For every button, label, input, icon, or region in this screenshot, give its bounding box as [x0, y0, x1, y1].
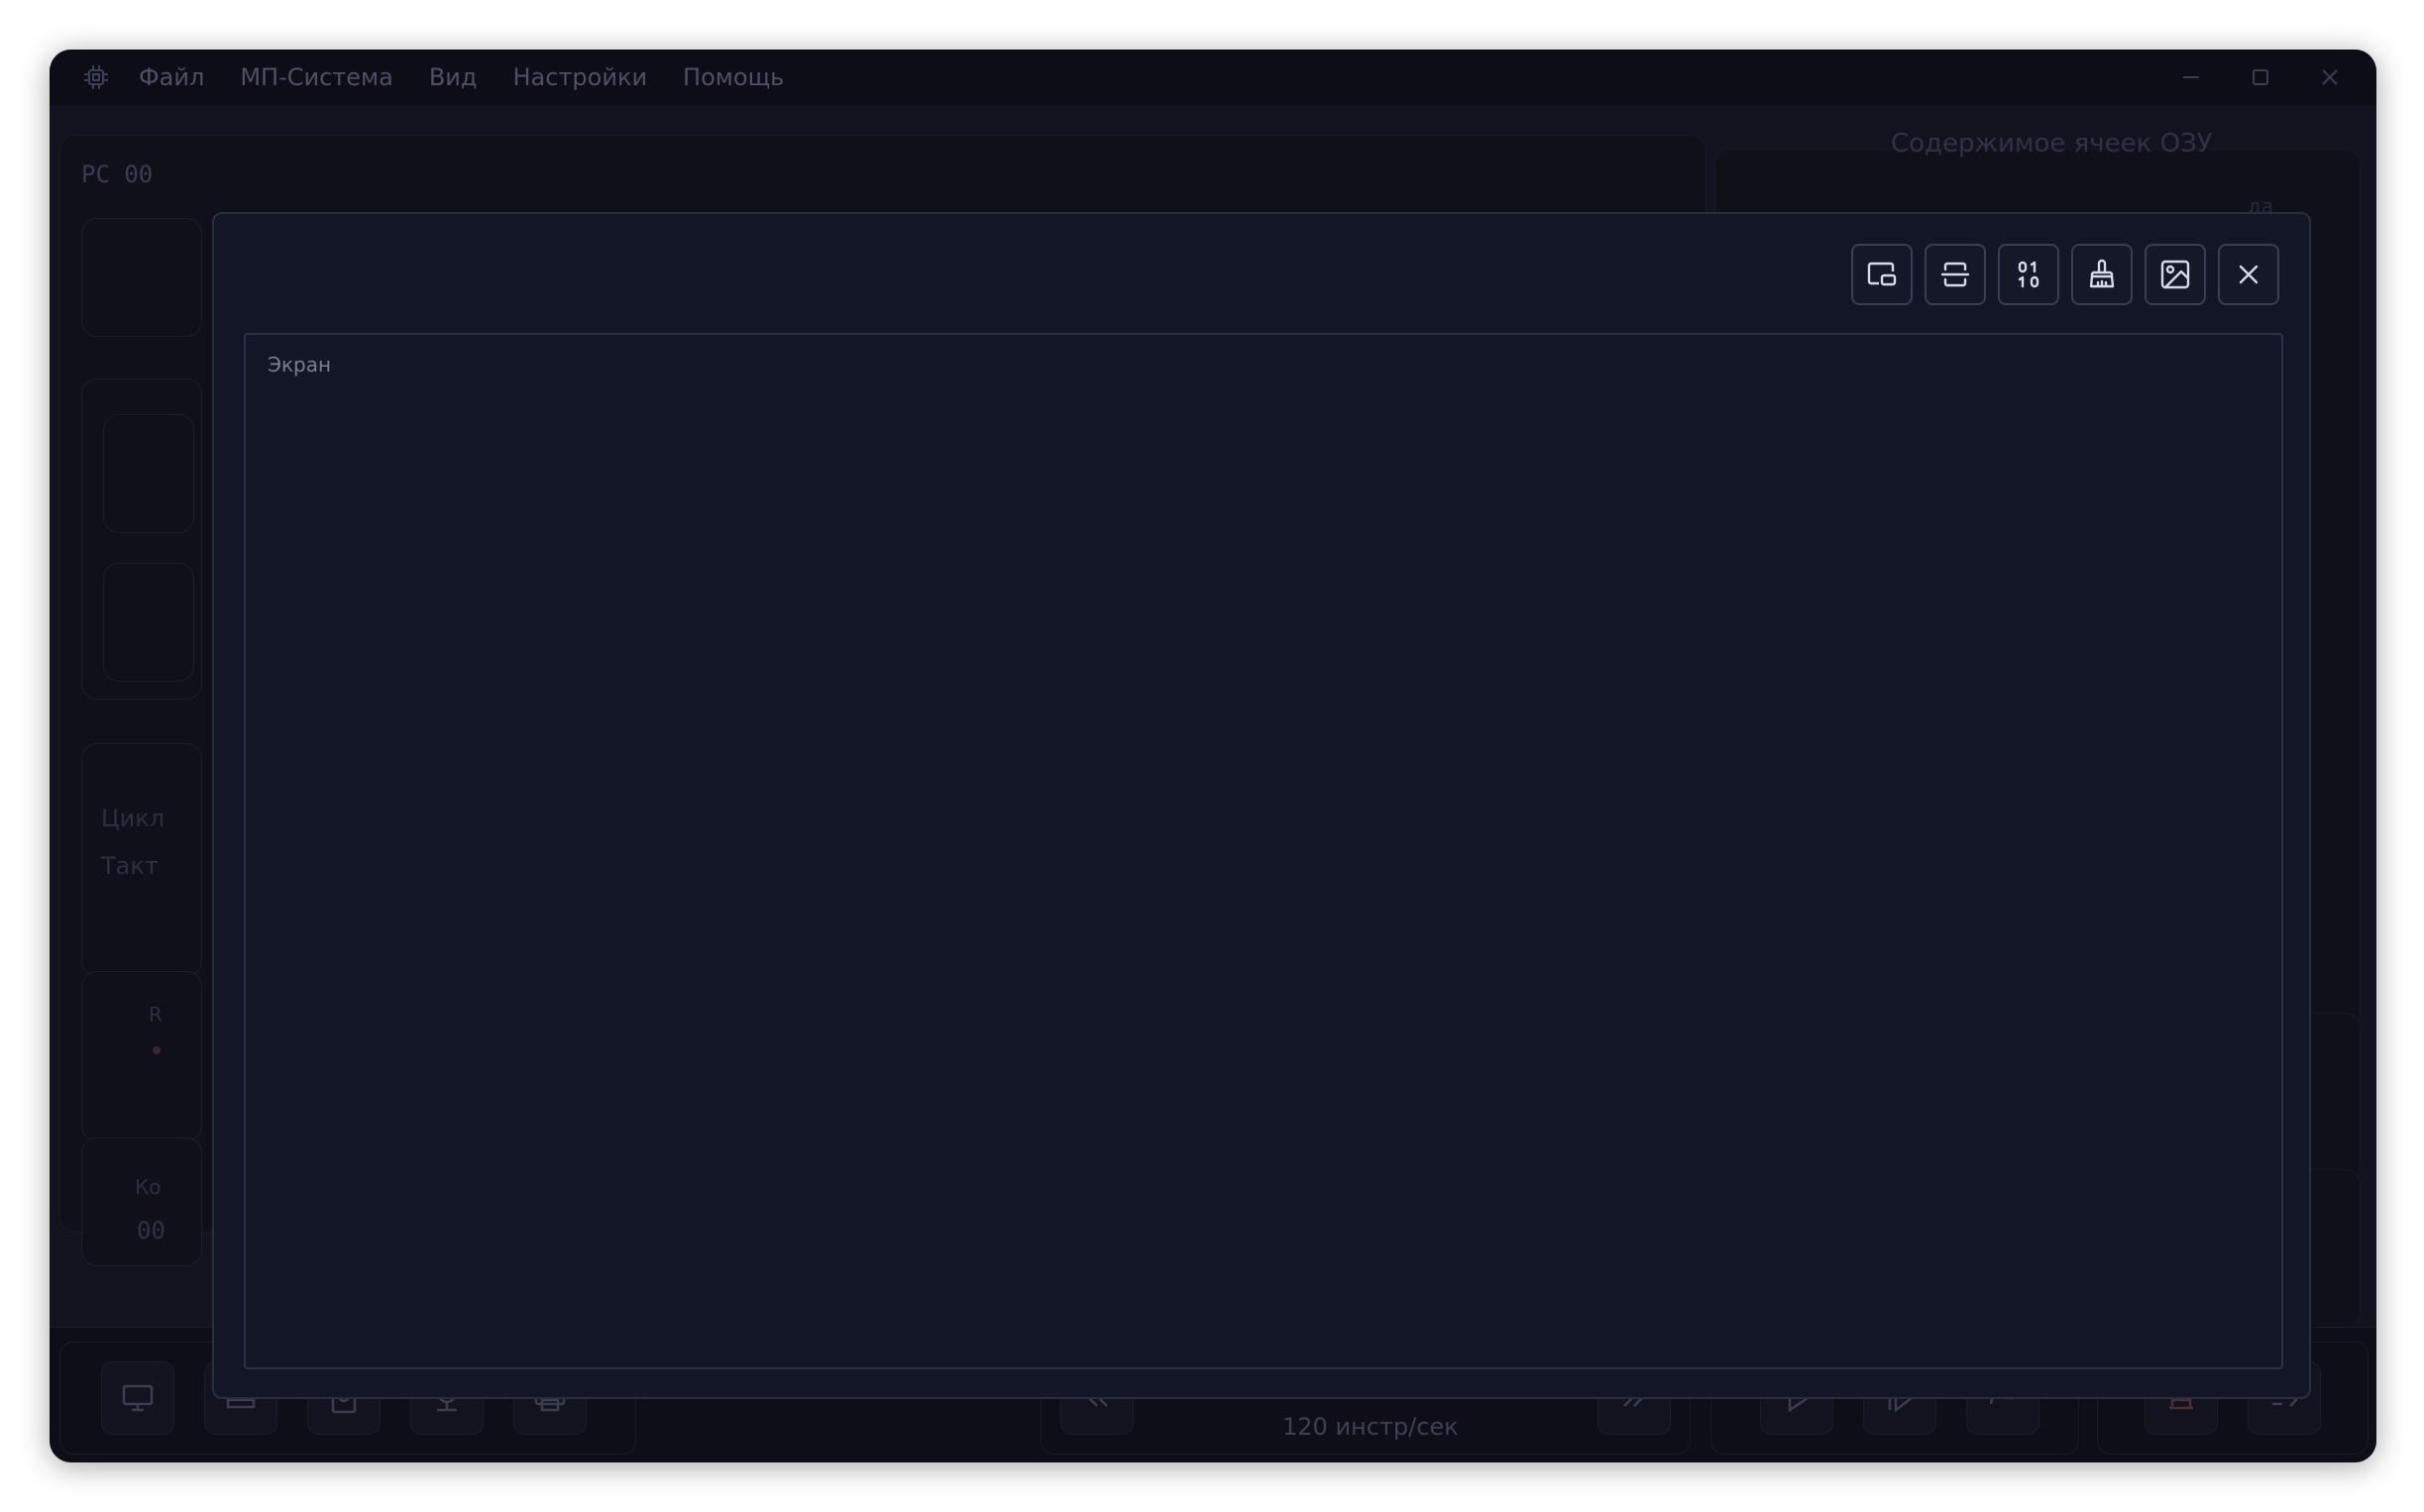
binary-mode-button[interactable] — [1998, 244, 2059, 305]
screen-dialog: Экран — [212, 212, 2311, 1399]
tact-label: Такт — [101, 852, 159, 880]
k-value: 00 — [137, 1217, 165, 1244]
k-box — [81, 1137, 202, 1266]
menu-view[interactable]: Вид — [429, 63, 478, 91]
k-label: Ко — [135, 1175, 162, 1199]
minimize-icon[interactable] — [2174, 60, 2208, 94]
menu-bar: Файл МП-Система Вид Настройки Помощь — [139, 63, 820, 91]
r-box — [81, 971, 202, 1141]
split-view-button[interactable] — [1925, 244, 1986, 305]
menu-file[interactable]: Файл — [139, 63, 204, 91]
app-window: Файл МП-Система Вид Настройки Помощь PC … — [50, 50, 2376, 1462]
picture-in-picture-icon — [1864, 257, 1900, 292]
register-box — [81, 218, 202, 337]
clear-screen-button[interactable] — [2071, 244, 2133, 305]
screen-area[interactable]: Экран — [244, 333, 2283, 1369]
cycle-label: Цикл — [101, 805, 165, 832]
window-mode-button[interactable] — [1851, 244, 1913, 305]
chip-icon — [79, 60, 113, 94]
speed-label: 120 инстр/сек — [1282, 1413, 1459, 1441]
flag-inner-box-1 — [103, 414, 194, 533]
window-controls — [2174, 50, 2347, 105]
r-label: R — [149, 1003, 163, 1026]
menu-settings[interactable]: Настройки — [513, 63, 648, 91]
binary-icon — [2011, 257, 2046, 292]
save-image-button[interactable] — [2145, 244, 2206, 305]
pc-label: PC 00 — [81, 161, 154, 188]
brush-icon — [2084, 257, 2120, 292]
menu-mp-system[interactable]: МП-Система — [240, 63, 393, 91]
dialog-toolbar — [1851, 244, 2279, 305]
image-icon — [2157, 257, 2193, 292]
maximize-icon[interactable] — [2244, 60, 2277, 94]
menu-help[interactable]: Помощь — [683, 63, 784, 91]
close-window-icon[interactable] — [2313, 60, 2347, 94]
screen-label: Экран — [268, 353, 332, 377]
title-bar: Файл МП-Система Вид Настройки Помощь — [50, 50, 2376, 105]
monitor-button[interactable] — [101, 1361, 174, 1435]
close-icon — [2231, 257, 2266, 292]
split-horizontal-icon — [1937, 257, 1973, 292]
ram-panel-title: Содержимое ячеек ОЗУ — [1891, 129, 2213, 159]
flag-inner-box-2 — [103, 563, 194, 682]
close-dialog-button[interactable] — [2218, 244, 2279, 305]
status-led — [153, 1046, 161, 1054]
